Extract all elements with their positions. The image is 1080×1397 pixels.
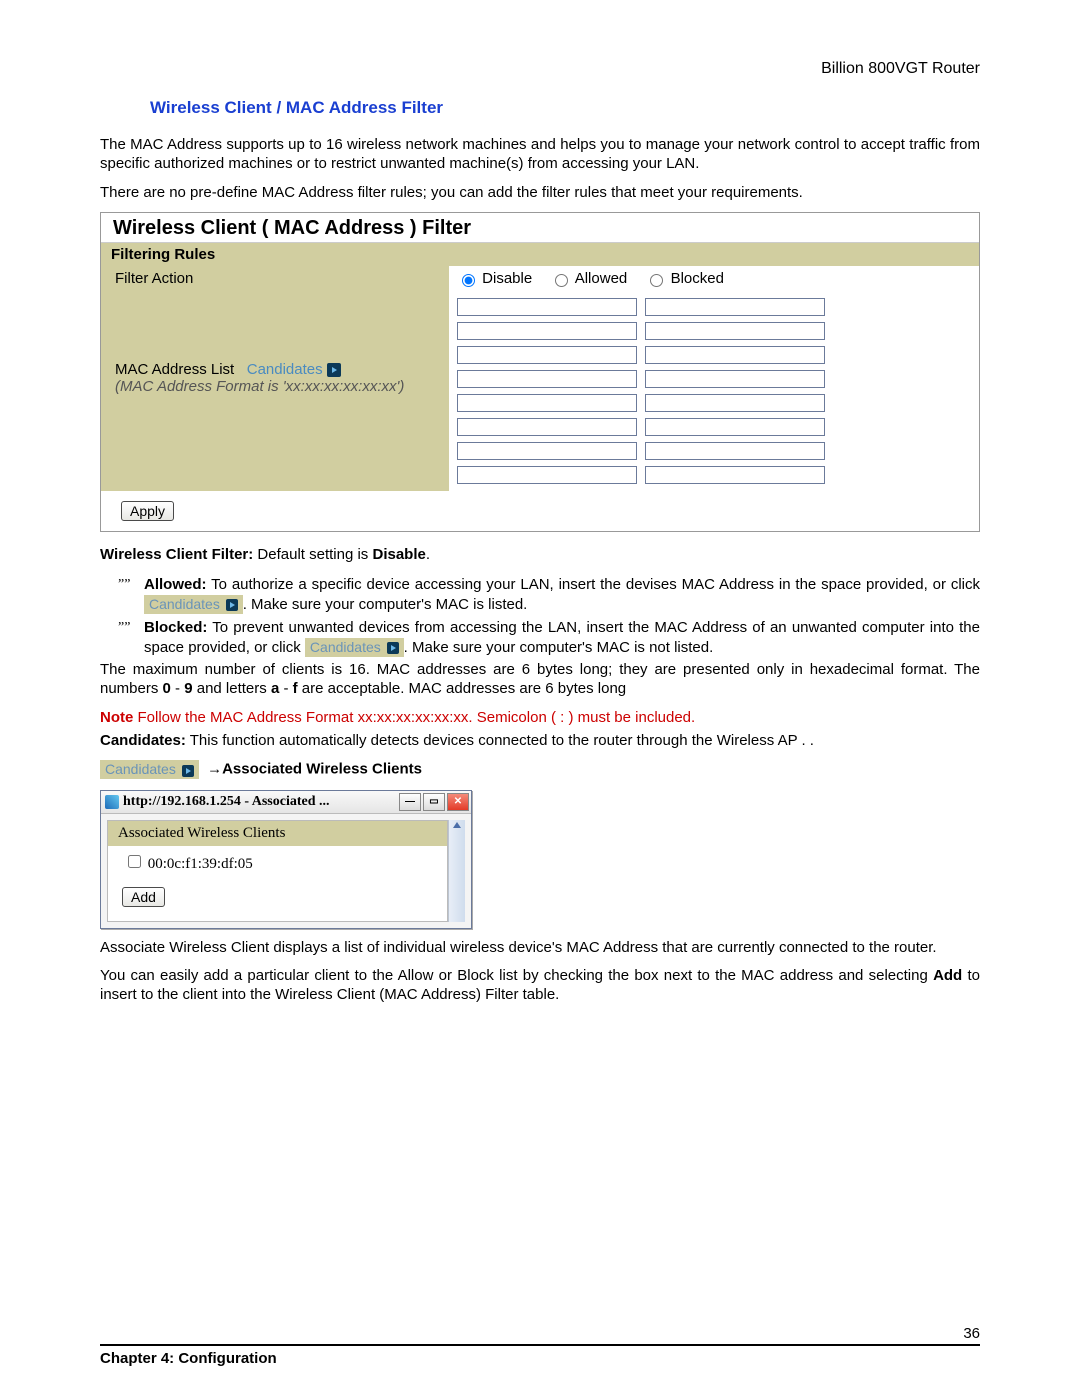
candidates-chip[interactable]: Candidates bbox=[144, 595, 243, 614]
radio-disable-label: Disable bbox=[482, 270, 532, 287]
radio-disable-input[interactable] bbox=[462, 274, 475, 287]
allowed-head: Allowed: bbox=[144, 576, 207, 593]
wcf-line: Wireless Client Filter: Default setting … bbox=[100, 546, 980, 565]
radio-blocked-label: Blocked bbox=[671, 270, 724, 287]
scrollbar[interactable] bbox=[448, 820, 465, 922]
mac-input-2[interactable] bbox=[645, 298, 825, 316]
panel-title: Wireless Client ( MAC Address ) Filter bbox=[101, 213, 979, 243]
max-clients: The maximum number of clients is 16. MAC… bbox=[100, 661, 980, 699]
mac-filter-panel: Wireless Client ( MAC Address ) Filter F… bbox=[100, 212, 980, 532]
mac-input-15[interactable] bbox=[457, 466, 637, 484]
candidates-chip[interactable]: Candidates bbox=[305, 638, 404, 657]
header-product: Billion 800VGT Router bbox=[100, 60, 980, 78]
play-icon bbox=[387, 642, 399, 654]
client-checkbox-label[interactable]: 00:0c:f1:39:df:05 bbox=[124, 856, 253, 872]
mac-list-label: MAC Address List bbox=[115, 361, 234, 378]
allowed-t1: To authorize a specific device accessing… bbox=[207, 576, 981, 593]
mac-input-10[interactable] bbox=[645, 394, 825, 412]
maximize-button[interactable]: ▭ bbox=[423, 793, 445, 811]
minimize-button[interactable]: — bbox=[399, 793, 421, 811]
bullet-blocked: ”” Blocked: To prevent unwanted devices … bbox=[118, 618, 980, 657]
mac-input-14[interactable] bbox=[645, 442, 825, 460]
mac-input-7[interactable] bbox=[457, 370, 637, 388]
radio-allowed-label: Allowed bbox=[575, 270, 628, 287]
radio-allowed[interactable]: Allowed bbox=[550, 270, 627, 287]
mac-input-13[interactable] bbox=[457, 442, 637, 460]
radio-disable[interactable]: Disable bbox=[457, 270, 532, 287]
client-checkbox[interactable] bbox=[128, 855, 141, 868]
blocked-t2: . Make sure your computer's MAC is not l… bbox=[404, 639, 714, 656]
play-icon bbox=[327, 363, 341, 377]
blocked-head: Blocked: bbox=[144, 619, 207, 636]
radio-blocked-input[interactable] bbox=[650, 274, 663, 287]
radio-allowed-input[interactable] bbox=[555, 274, 568, 287]
mac-input-8[interactable] bbox=[645, 370, 825, 388]
chapter-label: Chapter 4: Configuration bbox=[100, 1350, 980, 1367]
associated-clients-popup: http://192.168.1.254 - Associated ... — … bbox=[100, 790, 472, 929]
mac-input-11[interactable] bbox=[457, 418, 637, 436]
close-button[interactable]: ✕ bbox=[447, 793, 469, 811]
ie-icon bbox=[105, 795, 119, 809]
assoc-p1: Associate Wireless Client displays a lis… bbox=[100, 939, 980, 958]
candidates-desc: Candidates: This function automatically … bbox=[100, 732, 980, 751]
note-line: Note Follow the MAC Address Format xx:xx… bbox=[100, 709, 980, 726]
candidates-link-text: Candidates bbox=[247, 361, 323, 378]
popup-title-text: http://192.168.1.254 - Associated ... bbox=[123, 794, 397, 810]
assoc-heading: Candidates →Associated Wireless Clients bbox=[100, 760, 980, 779]
bullet-icon: ”” bbox=[118, 575, 144, 593]
page-number: 36 bbox=[100, 1325, 980, 1342]
mac-input-3[interactable] bbox=[457, 322, 637, 340]
intro-paragraph-1: The MAC Address supports up to 16 wirele… bbox=[100, 136, 980, 174]
mac-inputs bbox=[449, 291, 979, 491]
mac-input-4[interactable] bbox=[645, 322, 825, 340]
allowed-t2: . Make sure your computer's MAC is liste… bbox=[243, 596, 528, 613]
bullet-allowed: ”” Allowed: To authorize a specific devi… bbox=[118, 575, 980, 614]
popup-titlebar: http://192.168.1.254 - Associated ... — … bbox=[101, 791, 471, 814]
assoc-p2: You can easily add a particular client t… bbox=[100, 967, 980, 1005]
radio-blocked[interactable]: Blocked bbox=[645, 270, 724, 287]
apply-button[interactable]: Apply bbox=[121, 501, 174, 521]
client-row: 00:0c:f1:39:df:05 bbox=[108, 846, 447, 885]
panel-subtitle: Filtering Rules bbox=[101, 243, 979, 266]
mac-format-hint: (MAC Address Format is 'xx:xx:xx:xx:xx:x… bbox=[115, 378, 404, 395]
footer: 36 Chapter 4: Configuration bbox=[100, 1325, 980, 1367]
candidates-link[interactable]: Candidates bbox=[247, 361, 341, 378]
play-icon bbox=[182, 765, 194, 777]
client-mac: 00:0c:f1:39:df:05 bbox=[148, 856, 253, 872]
add-button[interactable]: Add bbox=[122, 887, 165, 907]
filter-action-options: Disable Allowed Blocked bbox=[449, 266, 979, 291]
mac-input-6[interactable] bbox=[645, 346, 825, 364]
filter-action-label: Filter Action bbox=[101, 266, 449, 291]
section-title: Wireless Client / MAC Address Filter bbox=[150, 98, 940, 118]
play-icon bbox=[226, 599, 238, 611]
mac-input-16[interactable] bbox=[645, 466, 825, 484]
mac-input-5[interactable] bbox=[457, 346, 637, 364]
intro-paragraph-2: There are no pre-define MAC Address filt… bbox=[100, 184, 980, 203]
mac-input-9[interactable] bbox=[457, 394, 637, 412]
assoc-header: Associated Wireless Clients bbox=[108, 821, 447, 846]
candidates-chip[interactable]: Candidates bbox=[100, 760, 199, 779]
mac-input-1[interactable] bbox=[457, 298, 637, 316]
bullet-icon: ”” bbox=[118, 618, 144, 636]
mac-input-12[interactable] bbox=[645, 418, 825, 436]
